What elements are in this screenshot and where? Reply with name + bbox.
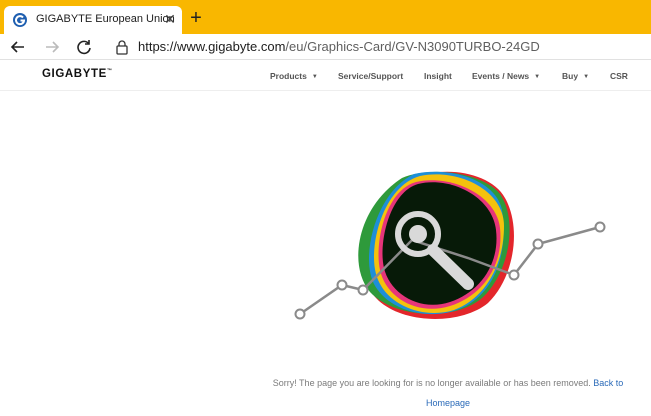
lock-icon[interactable] [115, 39, 129, 55]
site-header: GIGABYTE™ Products ▼ Service/Support Insi… [0, 60, 651, 91]
tab-close-icon[interactable]: ✕ [162, 11, 178, 27]
chevron-down-icon: ▼ [311, 74, 318, 80]
nav-csr[interactable]: CSR [610, 71, 628, 81]
forward-arrow-icon[interactable] [42, 37, 62, 57]
gigabyte-favicon-icon [13, 13, 27, 27]
nav-buy[interactable]: Buy ▼ [562, 71, 589, 81]
gigabyte-logo[interactable]: GIGABYTE™ [42, 68, 112, 80]
page-not-found-illustration [294, 171, 606, 320]
browser-toolbar: https://www.gigabyte.com/eu/Graphics-Car… [0, 34, 651, 60]
chevron-down-icon: ▼ [583, 74, 590, 80]
nav-service-support[interactable]: Service/Support [338, 71, 403, 81]
address-bar-url[interactable]: https://www.gigabyte.com/eu/Graphics-Car… [138, 39, 540, 54]
chevron-down-icon: ▼ [534, 74, 541, 80]
browser-tab[interactable]: GIGABYTE European Union ✕ [4, 6, 182, 34]
back-arrow-icon[interactable] [8, 37, 28, 57]
refresh-icon[interactable] [74, 37, 94, 57]
error-message-text: Sorry! The page you are looking for is n… [272, 378, 591, 388]
new-tab-plus-icon[interactable]: + [186, 8, 206, 28]
tab-title: GIGABYTE European Union [36, 13, 175, 25]
nav-insight[interactable]: Insight [424, 71, 452, 81]
browser-tab-strip: GIGABYTE European Union ✕ + [0, 0, 651, 34]
nav-products[interactable]: Products ▼ [270, 71, 318, 81]
nav-events-news[interactable]: Events / News ▼ [472, 71, 540, 81]
error-message: Sorry! The page you are looking for is n… [262, 373, 634, 413]
